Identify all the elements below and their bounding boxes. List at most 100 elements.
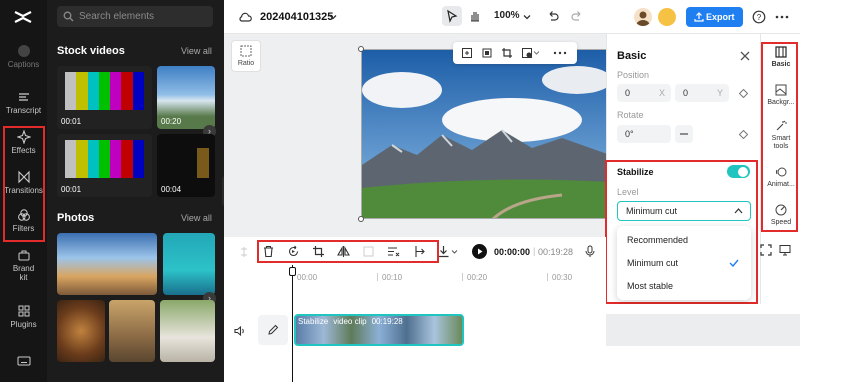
tab-animation[interactable]: Animat... xyxy=(761,166,800,189)
panel-title: Basic xyxy=(617,50,647,62)
capcut-logo-icon xyxy=(12,6,34,28)
project-name[interactable]: 20240410132​5 xyxy=(260,11,333,23)
filters-icon xyxy=(17,209,30,221)
fullscreen-icon[interactable] xyxy=(760,244,772,256)
user-avatar[interactable] xyxy=(634,8,652,26)
photo-thumb-2[interactable] xyxy=(163,233,215,295)
tab-background[interactable]: Backgr... xyxy=(761,84,800,107)
effects-icon xyxy=(16,130,31,144)
keyframe-rotate-icon[interactable] xyxy=(739,130,748,139)
stock-video-thumb-3[interactable]: 00:01 xyxy=(57,134,152,197)
rotate-dial[interactable] xyxy=(675,125,693,143)
search-icon xyxy=(63,11,74,22)
stock-videos-title: Stock videos xyxy=(57,45,125,57)
option-minimum-cut[interactable]: Minimum cut xyxy=(627,258,678,268)
tab-basic[interactable]: Basic xyxy=(761,46,800,69)
more-icon[interactable] xyxy=(775,12,789,22)
level-label: Level xyxy=(617,187,639,197)
stock-view-all-link[interactable]: View all xyxy=(181,46,212,56)
position-y-input[interactable]: 0 Y xyxy=(675,84,729,102)
delete-icon[interactable] xyxy=(262,245,275,258)
tab-smart-tools[interactable]: Smart tools xyxy=(761,120,800,151)
mask-chevron-icon[interactable] xyxy=(533,50,540,56)
chevron-up-icon xyxy=(734,208,743,214)
resize-handle-tl[interactable] xyxy=(358,46,364,52)
photo-thumb-5[interactable] xyxy=(160,300,215,362)
undo-icon[interactable] xyxy=(546,9,560,23)
media-panel: Search elements Stock videos View all 00… xyxy=(47,0,224,382)
edit-cover-button[interactable] xyxy=(258,315,288,345)
option-most-stable[interactable]: Most stable xyxy=(627,281,673,291)
color-bars xyxy=(65,72,144,110)
level-select[interactable]: Minimum cut xyxy=(617,201,751,221)
tab-speed[interactable]: Speed xyxy=(761,204,800,227)
rotate-input[interactable]: 0° xyxy=(617,125,671,143)
download-chevron-icon[interactable] xyxy=(451,249,458,255)
credits-badge[interactable] xyxy=(658,8,676,26)
cloud-icon xyxy=(239,12,252,22)
crop-tool-icon[interactable] xyxy=(312,245,325,258)
magic-wand-icon xyxy=(776,120,787,131)
photo-thumb-1[interactable] xyxy=(57,233,157,295)
video-clip[interactable]: Stabilize video clip 00:19:28 xyxy=(294,314,464,346)
resize-handle-bl[interactable] xyxy=(358,216,364,222)
rail-item-transitions[interactable]: Transitions xyxy=(0,170,47,195)
play-icon xyxy=(478,248,483,255)
zoom-level[interactable]: 100% xyxy=(494,10,520,21)
position-x-input[interactable]: 0 X xyxy=(617,84,671,102)
rail-item-captions[interactable]: Captions xyxy=(0,44,47,69)
monitor-icon[interactable] xyxy=(779,244,791,256)
ruler-tick-0: 00:00 xyxy=(297,273,318,282)
hand-icon[interactable] xyxy=(468,9,482,23)
select-tool-button[interactable] xyxy=(442,6,462,26)
reverse-icon[interactable] xyxy=(287,245,300,258)
video-preview[interactable] xyxy=(361,49,609,219)
stock-video-thumb-1[interactable]: 00:01 xyxy=(57,66,152,129)
ratio-button[interactable]: Ratio xyxy=(231,40,261,72)
zoom-chevron-icon[interactable] xyxy=(522,12,532,22)
level-dropdown-menu: Recommended Minimum cut Most stable xyxy=(617,226,751,300)
chevron-down-icon[interactable] xyxy=(328,12,338,22)
play-button[interactable] xyxy=(472,244,487,259)
canvas-more-icon[interactable] xyxy=(553,50,567,56)
keyframe-position-icon[interactable] xyxy=(739,89,748,98)
rail-item-effects[interactable]: Effects xyxy=(0,130,47,155)
clip-effect-label: Stabilize xyxy=(298,317,329,326)
rail-item-filters[interactable]: Filters xyxy=(0,208,47,233)
download-icon[interactable] xyxy=(437,245,450,258)
mirror-icon[interactable] xyxy=(337,245,350,258)
brand-kit-icon xyxy=(18,250,29,261)
keyboard-icon xyxy=(17,356,30,366)
rail-item-brand-kit[interactable]: Brand kit xyxy=(0,248,47,282)
help-icon[interactable]: ? xyxy=(752,10,766,24)
crop-icon[interactable] xyxy=(501,47,513,59)
photo-thumb-3[interactable] xyxy=(57,300,105,362)
photo-thumb-4[interactable] xyxy=(109,300,155,362)
replace-icon[interactable] xyxy=(461,47,473,59)
keyboard-shortcuts-button[interactable] xyxy=(0,354,47,370)
playhead-handle[interactable] xyxy=(289,267,296,276)
playhead[interactable] xyxy=(292,265,293,382)
fit-icon[interactable] xyxy=(481,47,493,59)
trim-icon[interactable] xyxy=(413,245,426,258)
rail-item-transcript[interactable]: Transcript xyxy=(0,90,47,115)
redo-icon[interactable] xyxy=(570,9,584,23)
freeze-disabled-icon xyxy=(363,246,374,257)
speed-icon xyxy=(775,204,787,216)
option-recommended[interactable]: Recommended xyxy=(627,235,688,245)
mask-icon[interactable] xyxy=(521,47,533,59)
photos-view-all-link[interactable]: View all xyxy=(181,213,212,223)
detach-audio-icon[interactable] xyxy=(387,245,400,258)
stabilize-toggle[interactable] xyxy=(727,165,750,178)
rail-item-plugins[interactable]: Plugins xyxy=(0,304,47,329)
close-icon[interactable] xyxy=(740,51,750,61)
export-icon xyxy=(694,12,704,22)
ruler-tick-10: 00:10 xyxy=(382,273,403,282)
stock-video-thumb-4[interactable]: 00:04 xyxy=(157,134,215,197)
stock-video-thumb-2[interactable]: 00:20 xyxy=(157,66,215,129)
rotate-label: Rotate xyxy=(617,110,644,120)
microphone-icon[interactable] xyxy=(584,245,596,258)
volume-icon[interactable] xyxy=(234,325,246,337)
export-button[interactable]: Export xyxy=(686,7,743,27)
search-input[interactable]: Search elements xyxy=(57,6,213,27)
